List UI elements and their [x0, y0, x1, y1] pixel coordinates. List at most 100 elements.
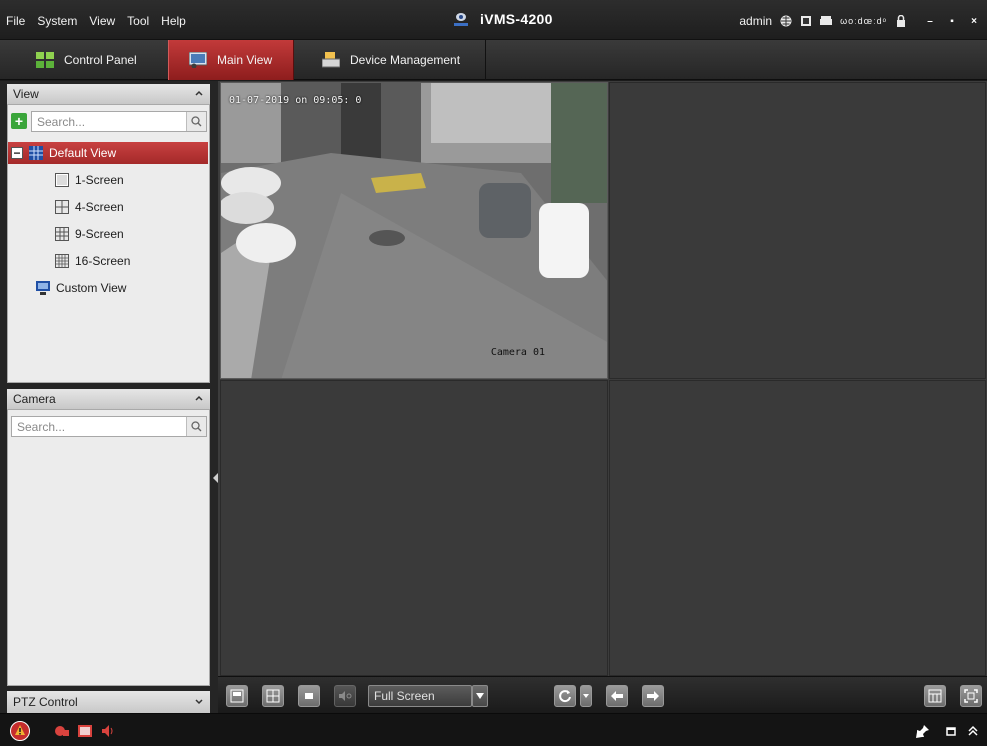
tree-item-16-screen[interactable]: 16-Screen: [8, 250, 130, 272]
auto-switch-button[interactable]: [554, 685, 576, 707]
maximize-button[interactable]: ▪: [945, 15, 959, 27]
menu-tool[interactable]: Tool: [127, 14, 149, 28]
current-user[interactable]: admin: [739, 14, 772, 28]
arrow-right-icon: [647, 691, 659, 701]
alarm-sound-icon[interactable]: [101, 724, 115, 738]
video-pane-4[interactable]: [609, 380, 986, 676]
view-panel-header[interactable]: View: [7, 84, 210, 104]
stop-all-live-button[interactable]: [298, 685, 320, 707]
menu-help[interactable]: Help: [161, 14, 186, 28]
tab-control-panel[interactable]: Control Panel: [10, 40, 165, 80]
left-panel: View + Search... − Default View 1-Screen…: [0, 81, 218, 713]
camera-panel-title: Camera: [13, 392, 56, 406]
one-screen-icon: [55, 173, 69, 187]
tree-item-1-screen[interactable]: 1-Screen: [8, 169, 124, 191]
tree-item-label: 16-Screen: [75, 254, 131, 268]
network-globe-icon: [780, 15, 792, 27]
camera-name-overlay: Camera 01: [490, 347, 545, 358]
module-tab-bar: Control Panel Main View Device Managemen…: [0, 40, 987, 80]
fullscreen-icon: [964, 689, 978, 703]
restore-window-icon[interactable]: [944, 724, 958, 738]
collapse-toggle-icon[interactable]: −: [11, 147, 23, 159]
system-tray: admin ωοːdœːdᵒ – ▪ ×: [739, 14, 981, 28]
previous-page-button[interactable]: [606, 685, 628, 707]
view-panel-body: + Search... − Default View 1-Screen 4-Sc…: [7, 104, 210, 383]
app-title: iVMS-4200: [452, 10, 553, 28]
save-view-icon: [230, 689, 244, 703]
camera-panel-header[interactable]: Camera: [7, 389, 210, 409]
tree-item-4-screen[interactable]: 4-Screen: [8, 196, 124, 218]
save-view-button[interactable]: [226, 685, 248, 707]
chevron-up-icon[interactable]: [194, 393, 204, 403]
control-panel-icon: [36, 52, 54, 68]
layout-grid-icon: [928, 689, 942, 703]
tree-item-label: 1-Screen: [75, 173, 124, 187]
ram-icon: [820, 16, 833, 25]
camera-feed-image: [221, 83, 607, 378]
add-view-button[interactable]: +: [11, 113, 27, 129]
chevron-down-icon: [583, 694, 589, 698]
view-panel-title: View: [13, 87, 39, 101]
lock-icon[interactable]: [895, 15, 907, 27]
tab-device-management-label: Device Management: [350, 53, 461, 67]
custom-view-icon: [36, 281, 50, 295]
camera-search-input[interactable]: Search...: [11, 416, 207, 437]
audio-toggle-button[interactable]: [334, 685, 356, 707]
tree-item-label: Default View: [49, 146, 117, 160]
tab-main-view[interactable]: Main View: [168, 40, 294, 80]
chevron-down-icon[interactable]: [194, 697, 204, 707]
clock-readout: ωοːdœːdᵒ: [840, 16, 887, 26]
video-pane-1[interactable]: 01-07-2019 on 09:05: 0 Camera 01: [220, 82, 608, 379]
tree-item-9-screen[interactable]: 9-Screen: [8, 223, 124, 245]
tab-device-management[interactable]: Device Management: [296, 40, 486, 80]
event-list-icon[interactable]: [78, 724, 92, 738]
menu-system[interactable]: System: [37, 14, 77, 28]
window-division-button[interactable]: [262, 685, 284, 707]
tree-item-default-view[interactable]: − Default View: [8, 142, 208, 164]
tree-item-label: Custom View: [56, 281, 127, 295]
chevron-up-icon[interactable]: [194, 88, 204, 98]
tree-item-custom-view[interactable]: Custom View: [8, 277, 126, 299]
alarm-camera-icon[interactable]: [55, 724, 69, 738]
auto-switch-dropdown-button[interactable]: [580, 685, 592, 707]
pin-icon[interactable]: [916, 724, 930, 738]
video-pane-3[interactable]: [220, 380, 608, 676]
chevron-down-icon: [476, 693, 484, 699]
alarm-warning-icon[interactable]: [10, 721, 30, 741]
next-page-button[interactable]: [642, 685, 664, 707]
menu-view[interactable]: View: [89, 14, 115, 28]
menu-file[interactable]: File: [6, 14, 25, 28]
tree-item-label: 4-Screen: [75, 200, 124, 214]
camera-panel-body: Search...: [7, 409, 210, 686]
sixteen-screen-icon: [55, 254, 69, 268]
arrow-left-icon: [611, 691, 623, 701]
device-management-icon: [322, 52, 340, 68]
title-bar: File System View Tool Help iVMS-4200 adm…: [0, 0, 987, 40]
search-icon[interactable]: [186, 112, 206, 131]
app-logo-icon: [454, 13, 468, 26]
stop-icon: [305, 693, 313, 699]
live-view-toolbar: Full Screen: [218, 676, 987, 713]
menu-bar: File System View Tool Help: [6, 14, 186, 28]
tab-main-view-label: Main View: [217, 53, 273, 67]
nine-screen-icon: [55, 227, 69, 241]
status-bar: [0, 713, 987, 746]
search-icon[interactable]: [186, 417, 206, 436]
ptz-control-header[interactable]: PTZ Control: [7, 691, 210, 713]
chevron-double-up-icon[interactable]: [966, 724, 980, 738]
tree-item-label: 9-Screen: [75, 227, 124, 241]
view-search-input[interactable]: Search...: [31, 111, 207, 132]
layout-menu-button[interactable]: [924, 685, 946, 707]
refresh-cycle-icon: [559, 690, 571, 703]
camera-timestamp: 01-07-2019 on 09:05: 0: [229, 95, 362, 106]
close-button[interactable]: ×: [967, 15, 981, 27]
video-pane-2[interactable]: [609, 82, 986, 379]
four-screen-icon: [55, 200, 69, 214]
fullscreen-mode-select[interactable]: Full Screen: [368, 685, 472, 707]
fullscreen-button[interactable]: [960, 685, 982, 707]
minimize-button[interactable]: –: [923, 15, 937, 27]
speaker-mute-icon: [339, 691, 352, 701]
cpu-icon: [801, 16, 812, 26]
fullscreen-dropdown-button[interactable]: [472, 685, 488, 707]
ptz-control-title: PTZ Control: [13, 695, 78, 709]
